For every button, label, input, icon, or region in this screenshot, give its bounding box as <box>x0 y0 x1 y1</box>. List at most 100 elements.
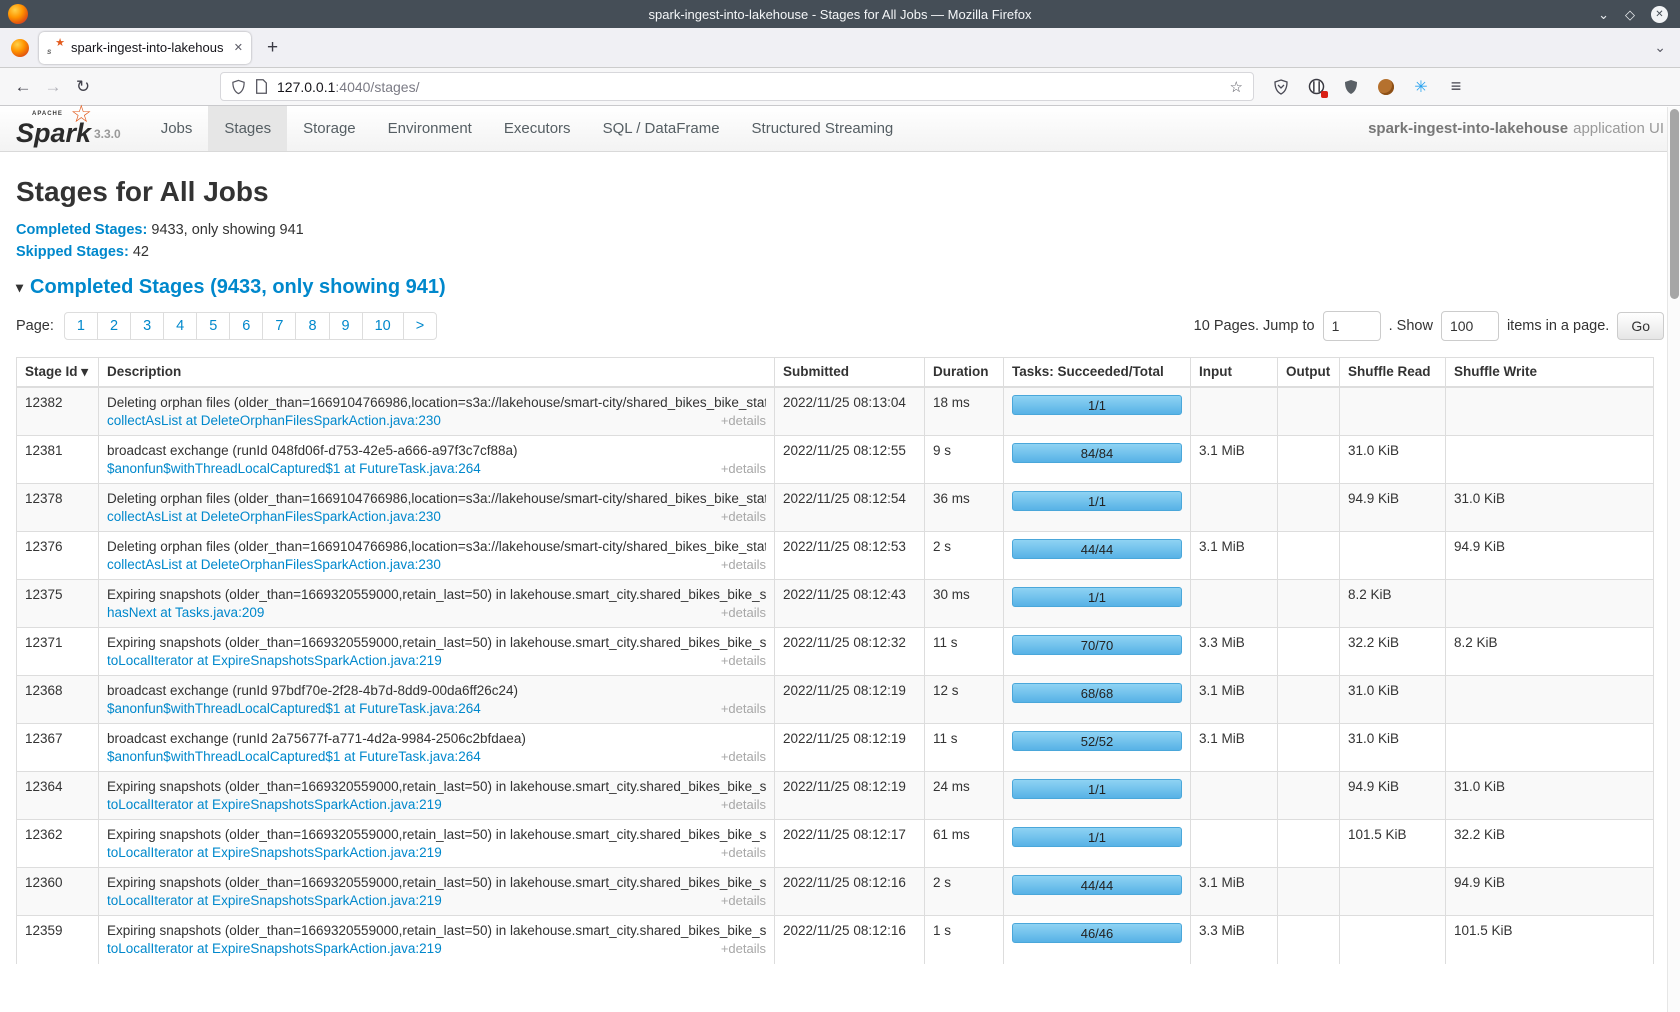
nav-item-stages[interactable]: Stages <box>208 106 287 151</box>
page-button-5[interactable]: 5 <box>196 312 230 340</box>
tasks-progress-bar: 1/1 <box>1012 395 1182 415</box>
tasks-progress-label: 44/44 <box>1081 542 1114 557</box>
show-count-input[interactable] <box>1441 311 1499 341</box>
snowflake-icon[interactable]: ✳ <box>1412 78 1430 96</box>
details-toggle[interactable]: +details <box>721 893 766 908</box>
tasks-progress-bar: 44/44 <box>1012 875 1182 895</box>
items-label: items in a page. <box>1507 318 1609 334</box>
url-path: :4040/stages/ <box>335 79 419 95</box>
bookmark-star-icon[interactable]: ☆ <box>1230 78 1243 96</box>
page-button-2[interactable]: 2 <box>97 312 131 340</box>
page-button-10[interactable]: 10 <box>362 312 404 340</box>
privacy-badger-icon[interactable] <box>1307 78 1325 96</box>
nav-item-sql-dataframe[interactable]: SQL / DataFrame <box>587 106 736 151</box>
description-cell: Expiring snapshots (older_than=166932055… <box>99 580 775 628</box>
page-button-4[interactable]: 4 <box>163 312 197 340</box>
page-button-6[interactable]: 6 <box>229 312 263 340</box>
new-tab-button[interactable]: + <box>267 37 278 59</box>
window-maximize-icon[interactable]: ◇ <box>1625 8 1635 21</box>
stage-detail-link[interactable]: $anonfun$withThreadLocalCaptured$1 at Fu… <box>107 749 481 764</box>
window-minimize-icon[interactable]: ⌄ <box>1598 8 1609 21</box>
stage-detail-link[interactable]: toLocalIterator at ExpireSnapshotsSparkA… <box>107 653 442 668</box>
spark-logo[interactable]: APACHE Spark ☆ <box>16 109 90 147</box>
page-button-group: 12345678910> <box>64 312 437 340</box>
browser-tab[interactable]: ★ s spark-ingest-into-lakehous ✕ <box>39 32 251 64</box>
stage-detail-link[interactable]: hasNext at Tasks.java:209 <box>107 605 264 620</box>
page-scrollbar[interactable] <box>1667 107 1680 1012</box>
page-button-1[interactable]: 1 <box>64 312 98 340</box>
stage-detail-link[interactable]: collectAsList at DeleteOrphanFilesSparkA… <box>107 557 441 572</box>
stage-detail-link[interactable]: $anonfun$withThreadLocalCaptured$1 at Fu… <box>107 701 481 716</box>
stage-detail-link[interactable]: collectAsList at DeleteOrphanFilesSparkA… <box>107 413 441 428</box>
pocket-icon[interactable] <box>1272 78 1290 96</box>
column-header-6[interactable]: Output <box>1278 358 1340 388</box>
nav-item-jobs[interactable]: Jobs <box>145 106 209 151</box>
page-button-3[interactable]: 3 <box>130 312 164 340</box>
completed-stages-section-header[interactable]: ▾ Completed Stages (9433, only showing 9… <box>16 276 1664 299</box>
column-header-4[interactable]: Tasks: Succeeded/Total <box>1004 358 1191 388</box>
jump-to-input[interactable] <box>1323 311 1381 341</box>
skipped-stages-link[interactable]: Skipped Stages: <box>16 244 129 260</box>
details-toggle[interactable]: +details <box>721 557 766 572</box>
stage-detail-link[interactable]: toLocalIterator at ExpireSnapshotsSparkA… <box>107 893 442 908</box>
scrollbar-thumb[interactable] <box>1670 109 1679 299</box>
tasks-cell: 84/84 <box>1004 436 1191 484</box>
page-button-8[interactable]: 8 <box>295 312 329 340</box>
details-toggle[interactable]: +details <box>721 509 766 524</box>
details-toggle[interactable]: +details <box>721 941 766 956</box>
completed-stages-link[interactable]: Completed Stages: <box>16 222 147 238</box>
ublock-icon[interactable] <box>1342 78 1360 96</box>
input-cell: 3.1 MiB <box>1191 676 1278 724</box>
next-page-button[interactable]: > <box>403 312 437 340</box>
back-button[interactable]: ← <box>8 77 38 97</box>
url-text[interactable]: 127.0.0.1:4040/stages/ <box>277 79 1230 95</box>
details-toggle[interactable]: +details <box>721 653 766 668</box>
shield-permissions-icon[interactable] <box>231 79 246 95</box>
details-toggle[interactable]: +details <box>721 413 766 428</box>
details-toggle[interactable]: +details <box>721 605 766 620</box>
list-tabs-icon[interactable]: ⌄ <box>1654 39 1666 56</box>
shuffle-write-cell: 31.0 KiB <box>1446 772 1654 820</box>
details-toggle[interactable]: +details <box>721 845 766 860</box>
tasks-progress-bar: 68/68 <box>1012 683 1182 703</box>
details-toggle[interactable]: +details <box>721 797 766 812</box>
pagination-row: Page: 12345678910> 10 Pages. Jump to . S… <box>16 311 1664 341</box>
tab-close-icon[interactable]: ✕ <box>234 41 243 54</box>
page-button-7[interactable]: 7 <box>262 312 296 340</box>
details-toggle[interactable]: +details <box>721 749 766 764</box>
table-row: 12364 Expiring snapshots (older_than=166… <box>17 772 1654 820</box>
details-toggle[interactable]: +details <box>721 701 766 716</box>
duration-cell: 1 s <box>925 916 1004 964</box>
column-header-1[interactable]: Description <box>99 358 775 388</box>
cookie-icon[interactable] <box>1377 78 1395 96</box>
show-label: . Show <box>1389 318 1433 334</box>
nav-item-executors[interactable]: Executors <box>488 106 587 151</box>
shuffle-read-cell: 31.0 KiB <box>1340 436 1446 484</box>
forward-button[interactable]: → <box>38 77 68 97</box>
details-toggle[interactable]: +details <box>721 461 766 476</box>
window-close-icon[interactable]: ✕ <box>1651 6 1668 23</box>
nav-item-storage[interactable]: Storage <box>287 106 372 151</box>
stage-detail-link[interactable]: $anonfun$withThreadLocalCaptured$1 at Fu… <box>107 461 481 476</box>
reload-button[interactable]: ↻ <box>68 77 98 97</box>
stage-description: Expiring snapshots (older_than=166932055… <box>107 587 766 602</box>
stage-detail-link[interactable]: collectAsList at DeleteOrphanFilesSparkA… <box>107 509 441 524</box>
stage-detail-link[interactable]: toLocalIterator at ExpireSnapshotsSparkA… <box>107 797 442 812</box>
column-header-2[interactable]: Submitted <box>775 358 925 388</box>
url-bar[interactable]: 127.0.0.1:4040/stages/ ☆ <box>220 72 1254 101</box>
menu-icon[interactable]: ≡ <box>1447 78 1465 96</box>
stage-detail-link[interactable]: toLocalIterator at ExpireSnapshotsSparkA… <box>107 941 442 956</box>
shuffle-read-cell: 31.0 KiB <box>1340 724 1446 772</box>
column-header-7[interactable]: Shuffle Read <box>1340 358 1446 388</box>
stage-detail-link[interactable]: toLocalIterator at ExpireSnapshotsSparkA… <box>107 845 442 860</box>
page-info-icon[interactable] <box>255 79 268 94</box>
nav-item-environment[interactable]: Environment <box>372 106 488 151</box>
nav-item-structured-streaming[interactable]: Structured Streaming <box>736 106 910 151</box>
column-header-3[interactable]: Duration <box>925 358 1004 388</box>
column-header-5[interactable]: Input <box>1191 358 1278 388</box>
column-header-8[interactable]: Shuffle Write <box>1446 358 1654 388</box>
go-button[interactable]: Go <box>1617 312 1664 340</box>
column-header-0[interactable]: Stage Id ▾ <box>17 358 99 388</box>
page-button-9[interactable]: 9 <box>329 312 363 340</box>
stage-description: Deleting orphan files (older_than=166910… <box>107 491 766 506</box>
